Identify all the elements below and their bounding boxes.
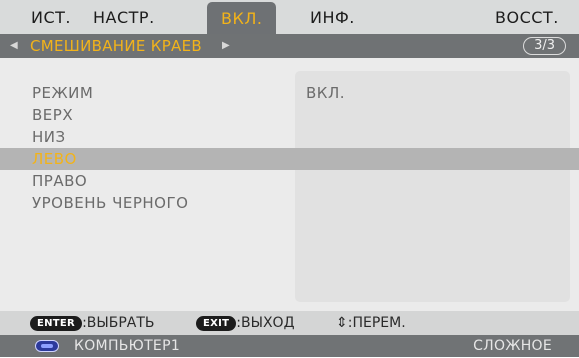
tab-setup[interactable]: НАСТР. xyxy=(93,0,155,34)
enter-hint: ENTER:ВЫБРАТЬ xyxy=(30,311,155,335)
menu-item-label: УРОВЕНЬ ЧЕРНОГО xyxy=(32,194,189,212)
enter-key-icon: ENTER xyxy=(30,316,83,331)
submenu-header: ◀ СМЕШИВАНИЕ КРАЕВ ▶ 3/3 xyxy=(0,34,579,58)
menu-item-label: ЛЕВО xyxy=(32,150,77,168)
menu-item-label: РЕЖИМ xyxy=(32,84,94,102)
menu-item-bottom[interactable]: НИЗ xyxy=(0,126,579,148)
menu-item-label: ВЕРХ xyxy=(32,106,74,124)
menu-item-label: НИЗ xyxy=(32,128,66,146)
previous-arrow-icon[interactable]: ◀ xyxy=(10,34,18,58)
exit-hint-text: :ВЫХОД xyxy=(236,315,295,331)
input-source-label: КОМПЬЮТЕР1 xyxy=(74,338,181,354)
projector-osd-menu: ИСТ. НАСТР. ВКЛ. ИНФ. ВОССТ. ◀ СМЕШИВАНИ… xyxy=(0,0,579,357)
computer-input-icon xyxy=(35,340,59,352)
menu-item-black-level[interactable]: УРОВЕНЬ ЧЕРНОГО xyxy=(0,192,579,214)
menu-mode-label: СЛОЖНОЕ xyxy=(473,338,552,354)
enter-hint-text: :ВЫБРАТЬ xyxy=(82,315,155,331)
move-hint: ⇕:ПЕРЕМ. xyxy=(336,315,406,331)
menu-item-top[interactable]: ВЕРХ xyxy=(0,104,579,126)
exit-key-icon: EXIT xyxy=(196,316,237,331)
menu-item-right[interactable]: ПРАВО xyxy=(0,170,579,192)
page-indicator: 3/3 xyxy=(523,37,566,55)
key-hint-bar: ENTER:ВЫБРАТЬ EXIT:ВЫХОД ⇕:ПЕРЕМ. xyxy=(0,311,579,335)
menu-item-label: ПРАВО xyxy=(32,172,88,190)
next-arrow-icon[interactable]: ▶ xyxy=(222,34,230,58)
menu-item-mode[interactable]: РЕЖИМ ВКЛ. xyxy=(0,82,579,104)
tab-bar: ИСТ. НАСТР. ВКЛ. ИНФ. ВОССТ. xyxy=(0,0,579,34)
menu-list: РЕЖИМ ВКЛ. ВЕРХ НИЗ ЛЕВО ПРАВО УРОВЕНЬ Ч… xyxy=(0,82,579,214)
exit-hint: EXIT:ВЫХОД xyxy=(196,311,295,335)
status-bar: КОМПЬЮТЕР1 СЛОЖНОЕ xyxy=(0,335,579,357)
menu-item-left[interactable]: ЛЕВО xyxy=(0,148,579,170)
tab-reset[interactable]: ВОССТ. xyxy=(495,0,559,34)
tab-on[interactable]: ВКЛ. xyxy=(207,2,277,34)
tab-info[interactable]: ИНФ. xyxy=(310,0,355,34)
tab-source[interactable]: ИСТ. xyxy=(31,0,71,34)
mode-value[interactable]: ВКЛ. xyxy=(306,82,345,104)
submenu-title: СМЕШИВАНИЕ КРАЕВ xyxy=(30,37,202,55)
